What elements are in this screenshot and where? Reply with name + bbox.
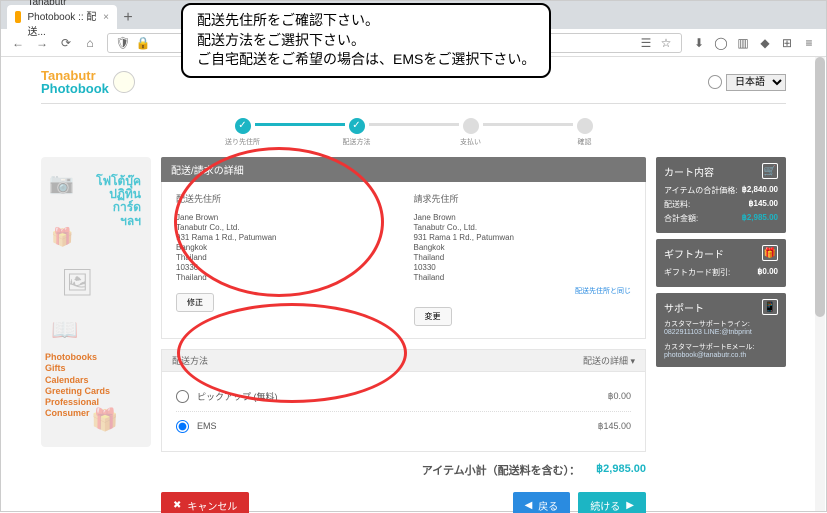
gift-box-icon: 🎁 bbox=[762, 245, 778, 261]
reader-icon[interactable]: ☰ bbox=[639, 36, 653, 50]
arrow-right-icon: ▶ bbox=[626, 500, 634, 511]
browser-tab[interactable]: Tanabutr Photobook :: 配送... × bbox=[7, 5, 117, 29]
picture-icon: 🖼 bbox=[61, 267, 94, 298]
logo-badge-icon bbox=[113, 71, 135, 93]
ext2-icon[interactable]: ⊞ bbox=[780, 36, 794, 50]
sidebar: 📷 โฟโต้บุ๊คปฏิทิน การ์ดฯลฯ 🎁 🖼 📖 🎁 Photo… bbox=[41, 157, 151, 447]
close-tab-icon[interactable]: × bbox=[103, 12, 109, 23]
favicon bbox=[15, 11, 21, 23]
subtotal-value: ฿2,985.00 bbox=[596, 462, 646, 478]
lock-icon: 🔒 bbox=[136, 36, 150, 50]
cart-summary-box: カート内容🛒 アイテムの合計価格:฿2,840.00 配送料:฿145.00 合… bbox=[656, 157, 786, 233]
pickup-radio[interactable] bbox=[176, 390, 189, 403]
sidebar-link-professional[interactable]: Professional bbox=[45, 397, 110, 408]
language-select[interactable]: 日本語 bbox=[726, 74, 786, 91]
gift-icon: 🎁 bbox=[51, 227, 73, 248]
sidebar-link-photobooks[interactable]: Photobooks bbox=[45, 352, 110, 363]
forward-icon[interactable]: → bbox=[35, 36, 49, 50]
scrollbar-thumb[interactable] bbox=[815, 57, 825, 317]
sidebar-link-cards[interactable]: Greeting Cards bbox=[45, 386, 110, 397]
account-icon[interactable]: ◯ bbox=[714, 36, 728, 50]
sidebar-link-gifts[interactable]: Gifts bbox=[45, 363, 110, 374]
new-tab-button[interactable]: + bbox=[117, 7, 139, 29]
reload-icon[interactable]: ⟳ bbox=[59, 36, 73, 50]
shipping-option-pickup[interactable]: ピックアップ (無料) ฿0.00 bbox=[176, 382, 631, 412]
ext1-icon[interactable]: ◆ bbox=[758, 36, 772, 50]
shipping-option-ems[interactable]: EMS ฿145.00 bbox=[176, 412, 631, 441]
support-box: サポート📱 カスタマーサポートライン: 0822911103 LINE:@tnb… bbox=[656, 293, 786, 367]
shield-icon: 🛡 bbox=[116, 36, 130, 50]
download-icon[interactable]: ⬇ bbox=[692, 36, 706, 50]
book-icon: 📖 bbox=[51, 317, 78, 343]
globe-icon bbox=[708, 75, 722, 89]
cart-icon: 🛒 bbox=[762, 163, 778, 179]
home-icon[interactable]: ⌂ bbox=[83, 36, 97, 50]
shipping-address-block: 配送先住所 Jane BrownTanabutr Co., Ltd. 931 R… bbox=[176, 192, 394, 326]
close-icon: ✖ bbox=[173, 500, 181, 511]
same-as-shipping-link[interactable]: 配送先住所と同じ bbox=[575, 288, 631, 295]
sidebar-link-calendars[interactable]: Calendars bbox=[45, 375, 110, 386]
back-button[interactable]: ◀戻る bbox=[513, 492, 571, 513]
cancel-button[interactable]: ✖キャンセル bbox=[161, 492, 249, 513]
subtotal-label: アイテム小計（配送料を含む）： bbox=[422, 462, 580, 478]
phone-icon: 📱 bbox=[762, 299, 778, 315]
scrollbar[interactable] bbox=[815, 57, 825, 511]
camera-icon: 📷 bbox=[49, 171, 74, 196]
instruction-callout: 配送先住所をご確認下さい。 配送方法をご選択下さい。 ご自宅配送をご希望の場合は… bbox=[181, 3, 551, 78]
edit-shipping-button[interactable]: 修正 bbox=[176, 293, 214, 312]
shipping-detail-link[interactable]: 配送の詳細 ▾ bbox=[583, 354, 635, 367]
next-button[interactable]: 続ける▶ bbox=[578, 492, 646, 513]
billing-address-block: 請求先住所 Jane BrownTanabutr Co., Ltd. 931 R… bbox=[414, 192, 632, 326]
address-panel-header: 配送/請求の詳細 bbox=[161, 157, 646, 182]
edit-billing-button[interactable]: 変更 bbox=[414, 307, 452, 326]
star-icon[interactable]: ☆ bbox=[659, 36, 673, 50]
tab-title: Tanabutr Photobook :: 配送... bbox=[27, 0, 97, 38]
site-logo[interactable]: Tanabutr Photobook bbox=[41, 69, 135, 95]
arrow-left-icon: ◀ bbox=[525, 500, 533, 511]
ems-radio[interactable] bbox=[176, 420, 189, 433]
giftcard-box: ギフトカード🎁 ギフトカード割引:฿0.00 bbox=[656, 239, 786, 287]
library-icon[interactable]: ▥ bbox=[736, 36, 750, 50]
checkout-progress: 送り先住所 配送方法 支払い 確認 bbox=[41, 104, 786, 157]
sidebar-link-consumer[interactable]: Consumer bbox=[45, 408, 110, 419]
back-icon[interactable]: ← bbox=[11, 36, 25, 50]
shipping-method-header: 配送方法 bbox=[172, 354, 208, 367]
menu-icon[interactable]: ≡ bbox=[802, 36, 816, 50]
